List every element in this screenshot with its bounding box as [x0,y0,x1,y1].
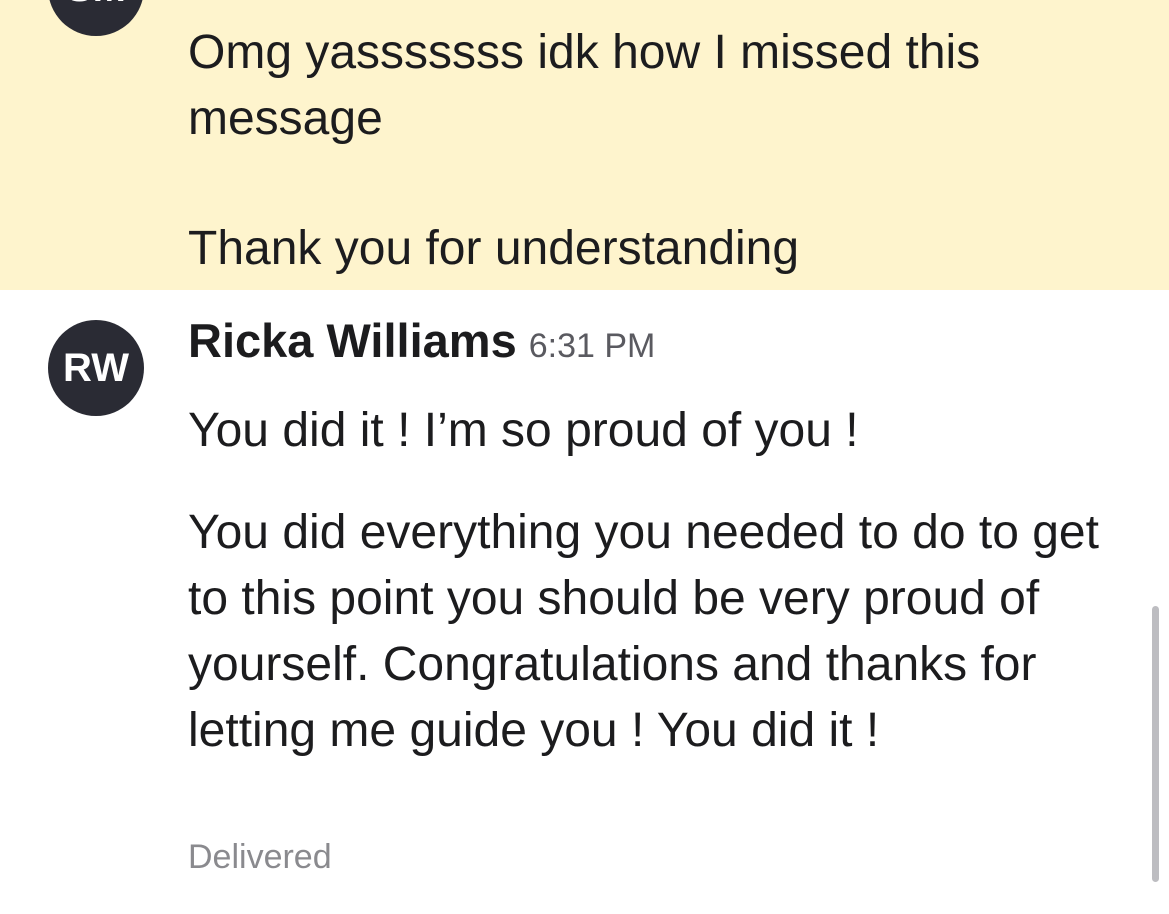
highlighted-message[interactable]: SM Omg yasssssss idk how I missed this m… [0,0,1169,290]
message-text: Thank you for understanding [188,222,800,275]
avatar[interactable]: SM [48,0,144,36]
timestamp: 6:31 PM [528,327,656,365]
message-thread[interactable]: SM Omg yasssssss idk how I missed this m… [0,0,1169,914]
avatar[interactable]: RW [48,320,144,416]
message-text: Omg yasssssss idk how I missed this mess… [188,26,981,145]
message-header: Ricka Williams 6:31 PM [188,313,655,368]
scrollbar[interactable] [1152,606,1159,882]
sender-name[interactable]: Ricka Williams [188,313,517,368]
message-text: You did everything you needed to do to g… [188,506,1099,757]
message-text: You did it ! I’m so proud of you ! [188,404,859,457]
delivery-status: Delivered [188,838,332,876]
